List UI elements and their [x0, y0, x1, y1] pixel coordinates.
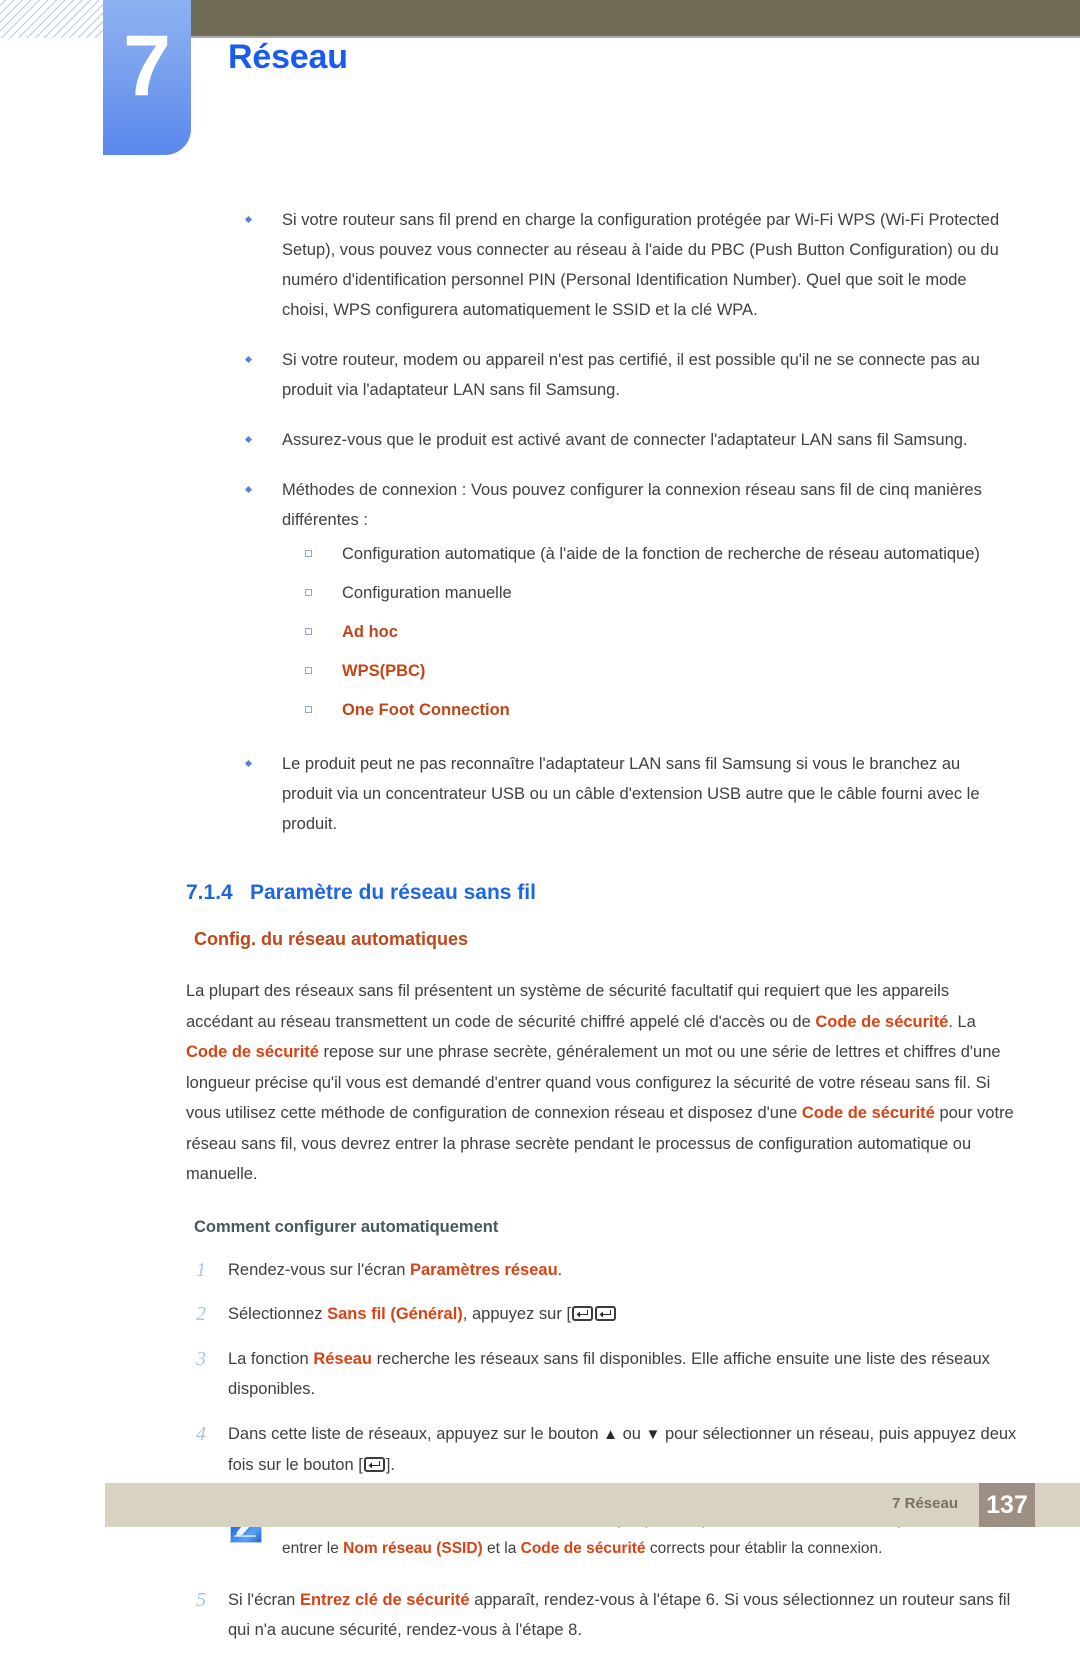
ui-term: Paramètres réseau [409, 1260, 558, 1279]
ui-term: Nom réseau (SSID) [343, 1539, 483, 1557]
ui-term: Code de sécurité [520, 1539, 646, 1557]
step-item: 2 Sélectionnez Sans fil (Général), appuy… [0, 1299, 1080, 1330]
arrow-up-icon: ▲ [603, 1425, 619, 1443]
connection-method-label: WPS(PBC) [342, 662, 426, 680]
square-bullet-icon [305, 589, 312, 596]
bullet-text: Le produit peut ne pas reconnaître l'ada… [282, 755, 980, 833]
connection-methods-list: Configuration automatique (à l'aide de l… [282, 539, 1015, 725]
bullet-text: Si votre routeur, modem ou appareil n'es… [282, 351, 980, 399]
step-text: Si l'écran Entrez clé de sécurité appara… [228, 1590, 1011, 1640]
term-code-de-securite: Code de sécurité [186, 1043, 319, 1061]
enter-key-icon [363, 1457, 385, 1472]
square-bullet-icon [305, 706, 312, 713]
footer-chapter-label: 7 Réseau [892, 1495, 958, 1512]
term-code-de-securite: Code de sécurité [815, 1012, 949, 1031]
chapter-title: Réseau [228, 38, 348, 76]
square-bullet-icon [305, 628, 312, 635]
square-bullet-icon [305, 667, 312, 674]
hatch-decoration [0, 0, 104, 38]
steps-list: 1 Rendez-vous sur l'écran Paramètres rés… [0, 1255, 1080, 1646]
header-olive-bar [190, 0, 1080, 36]
chapter-number: 7 [123, 18, 171, 114]
connection-method-label: Ad hoc [342, 623, 398, 641]
connection-method-item: WPS(PBC) [282, 656, 1015, 686]
step-text: La fonction Réseau recherche les réseaux… [228, 1349, 990, 1399]
connection-method-label: Configuration manuelle [342, 584, 512, 602]
bullet-text: Méthodes de connexion : Vous pouvez conf… [282, 481, 982, 529]
section-heading: 7.1.4 Paramètre du réseau sans fil [0, 881, 1080, 905]
step-number: 3 [196, 1347, 206, 1370]
connection-method-item: Configuration manuelle [282, 578, 1015, 608]
bullet-item: Si votre routeur sans fil prend en charg… [0, 205, 1080, 325]
connection-method-item: Ad hoc [282, 617, 1015, 647]
connection-method-label: One Foot Connection [342, 701, 510, 719]
step-text: Rendez-vous sur l'écran Paramètres résea… [228, 1260, 563, 1279]
connection-method-label: Configuration automatique (à l'aide de l… [342, 545, 980, 563]
square-bullet-icon [305, 550, 312, 557]
bullet-dot-icon [244, 485, 253, 494]
page-footer: 7 Réseau 137 [105, 1483, 1080, 1527]
step-number: 5 [196, 1588, 206, 1611]
bullet-dot-icon [244, 215, 253, 224]
step-number: 2 [196, 1303, 206, 1325]
ui-term: Réseau [313, 1349, 373, 1368]
arrow-down-icon: ▼ [645, 1425, 661, 1443]
step-text: Dans cette liste de réseaux, appuyez sur… [228, 1424, 1017, 1475]
enter-key-icon [572, 1306, 594, 1321]
section-title: Paramètre du réseau sans fil [250, 881, 536, 904]
step-item: 4 Dans cette liste de réseaux, appuyez s… [0, 1419, 1080, 1481]
connection-method-item: Configuration automatique (à l'aide de l… [282, 539, 1015, 569]
step-number: 4 [196, 1422, 206, 1445]
section-number: 7.1.4 [186, 881, 233, 904]
page-header: 7 Réseau [0, 0, 1080, 160]
step-item: 3 La fonction Réseau recherche les résea… [0, 1344, 1080, 1405]
bullet-dot-icon [244, 435, 253, 444]
bullet-dot-icon [244, 759, 253, 768]
enter-key-icon [595, 1306, 617, 1321]
bullet-item: Assurez-vous que le produit est activé a… [0, 425, 1080, 455]
notes-bullet-list: Si votre routeur sans fil prend en charg… [0, 205, 1080, 839]
ui-term: Entrez clé de sécurité [299, 1590, 470, 1609]
bullet-item: Si votre routeur, modem ou appareil n'es… [0, 345, 1080, 405]
bullet-text: Assurez-vous que le produit est activé a… [282, 431, 968, 449]
ui-term: Sans fil (Général) [327, 1305, 463, 1323]
step-item: 1 Rendez-vous sur l'écran Paramètres rés… [0, 1255, 1080, 1286]
paragraph-text-b: . La [948, 1012, 976, 1031]
bullet-item: Le produit peut ne pas reconnaître l'ada… [0, 749, 1080, 839]
bullet-dot-icon [244, 355, 253, 364]
how-to-heading: Comment configurer automatiquement [194, 1217, 499, 1236]
body-paragraph: La plupart des réseaux sans fil présente… [0, 976, 1080, 1190]
chapter-number-block: 7 [103, 0, 191, 155]
step-number: 1 [196, 1258, 206, 1281]
connection-method-item: One Foot Connection [282, 695, 1015, 725]
footer-page-number: 137 [979, 1483, 1035, 1527]
term-code-de-securite: Code de sécurité [801, 1104, 935, 1122]
step-item: 5 Si l'écran Entrez clé de sécurité appa… [0, 1585, 1080, 1646]
step-text: Sélectionnez Sans fil (Général), appuyez… [228, 1305, 617, 1323]
bullet-text: Si votre routeur sans fil prend en charg… [282, 211, 1000, 319]
section-subtitle: Config. du réseau automatiques [194, 929, 469, 949]
bullet-item-connection-methods: Méthodes de connexion : Vous pouvez conf… [0, 475, 1080, 725]
page-content: Si votre routeur sans fil prend en charg… [0, 205, 1080, 1660]
